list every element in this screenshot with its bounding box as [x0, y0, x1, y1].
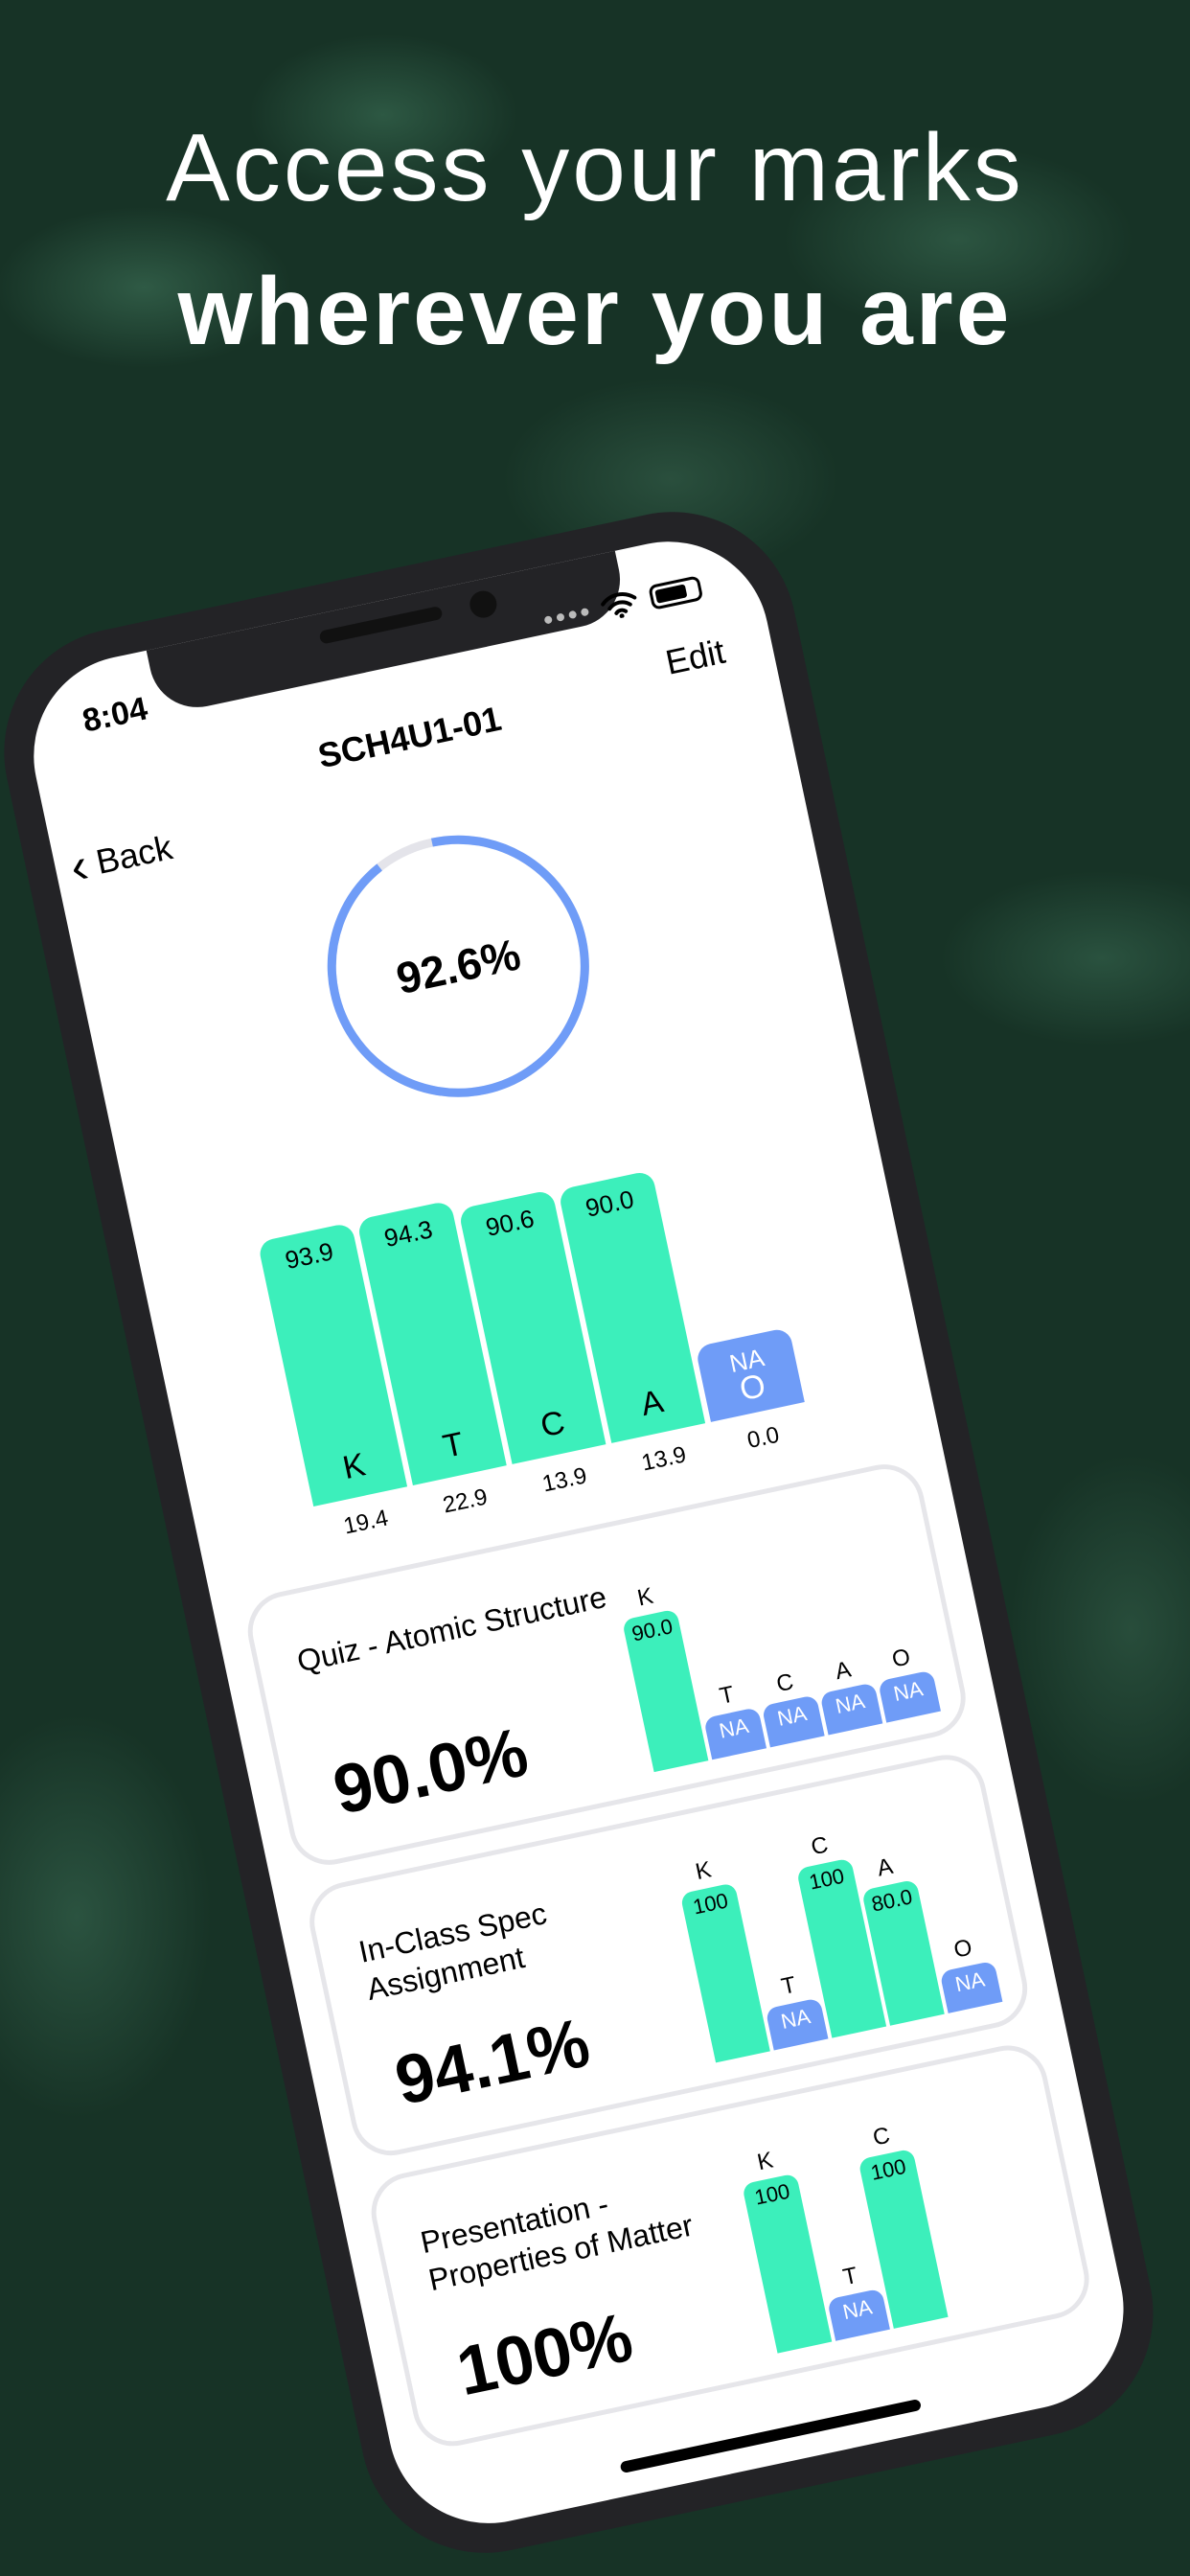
assessment-title: In-Class Spec Assignment	[355, 1896, 550, 2007]
status-time: 8:04	[79, 690, 151, 740]
mini-bar-category: K	[754, 2147, 776, 2176]
overall-percent: 92.6%	[392, 929, 525, 1004]
assessment-mini-chart: 90.0 K NA T NA C NA A NA O	[610, 1502, 954, 1773]
home-indicator	[619, 2398, 923, 2474]
back-label: Back	[92, 827, 176, 882]
back-button[interactable]: ‹ Back	[65, 827, 176, 896]
mini-bar-k: 100 K	[742, 2148, 833, 2354]
assessment-mini-chart: 100 K NA T 100 C 80.0 A NA O	[672, 1793, 1016, 2063]
mini-bar-category: C	[774, 1668, 796, 1698]
bar-category-label: C	[537, 1404, 568, 1445]
mini-bar-a: NA A	[819, 1656, 883, 1736]
camera	[467, 587, 499, 621]
chevron-left-icon: ‹	[65, 838, 94, 896]
phone-frame: 8:04 Edit SCH4U1-01 ‹ Back 92.6% 93.9 K 19.…	[0, 489, 1177, 2576]
mini-bar-category: O	[889, 1644, 913, 1673]
mini-bar-category: K	[693, 1856, 714, 1886]
assessment-title: Quiz - Atomic Structure	[293, 1578, 610, 1679]
mini-bar-category: A	[874, 1852, 896, 1882]
mini-bar-t: NA T	[827, 2263, 890, 2341]
mini-bar-value: NA	[840, 2294, 875, 2325]
mini-bar-category: C	[809, 1831, 831, 1861]
phone-screen: 8:04 Edit SCH4U1-01 ‹ Back 92.6% 93.9 K 19.…	[14, 522, 1143, 2542]
mini-bar-t: NA T	[703, 1681, 767, 1760]
battery-icon	[648, 575, 704, 610]
bar-weight-label: 19.4	[341, 1505, 391, 1540]
mini-bar-value: 100	[807, 1863, 847, 1895]
mini-bar-category: K	[634, 1582, 656, 1612]
mini-bar-o: NA O	[939, 1935, 1003, 2013]
assessment-score: 94.1%	[388, 2004, 597, 2121]
bar-weight-label: 0.0	[744, 1421, 782, 1455]
mini-bar-value: NA	[952, 1966, 987, 1997]
bar-weight-label: 13.9	[639, 1441, 689, 1477]
mini-bar-category: T	[717, 1681, 737, 1710]
assessment-score: 100%	[450, 2298, 640, 2411]
bar-weight-label: 22.9	[440, 1484, 491, 1519]
assessment-mini-chart: 100 K NA T 100 C	[734, 2083, 1078, 2354]
chart-bar-o: NA O 0.0	[695, 1326, 805, 1454]
mini-bar-category: T	[779, 1971, 799, 2001]
headline-line-2: wherever you are	[177, 258, 1013, 365]
mini-bar-value: 80.0	[869, 1884, 915, 1917]
bar-value-label: 94.3	[381, 1214, 436, 1254]
mini-bar-category: A	[833, 1656, 854, 1686]
mini-bar-value: NA	[891, 1676, 926, 1707]
bar-category-label: K	[339, 1446, 369, 1487]
bar-value-label: 90.0	[583, 1184, 637, 1223]
bar-value-label: 90.6	[483, 1204, 538, 1243]
bar-category-label: A	[637, 1383, 667, 1424]
mini-bar-category: O	[951, 1934, 974, 1964]
bar-weight-label: 13.9	[539, 1462, 589, 1498]
mini-bar-value: NA	[778, 2004, 812, 2034]
signal-icon	[543, 607, 590, 625]
headline-line-1: Access your marks	[166, 114, 1024, 221]
mini-bar-value: 100	[868, 2153, 908, 2185]
bar-category-label: T	[440, 1425, 468, 1465]
mini-bar-category: T	[840, 2262, 860, 2291]
mini-bar-value: 90.0	[629, 1614, 675, 1646]
category-bar-chart: 93.9 K 19.4 94.3 T 22.9 90.6 C 13.9 90.0 A 13.9 NA O 0…	[243, 1072, 820, 1552]
mini-bar-category: C	[870, 2122, 893, 2151]
mini-bar-value: 100	[752, 2178, 792, 2210]
mini-bar-value: NA	[717, 1713, 751, 1743]
mini-bar-value: 100	[690, 1888, 731, 1920]
mini-bar-value: NA	[833, 1689, 867, 1718]
mini-bar-t: NA T	[765, 1972, 829, 2051]
assessment-score: 90.0%	[327, 1714, 535, 1829]
bar-value-label: 93.9	[282, 1236, 336, 1276]
mini-bar-k: 90.0 K	[621, 1583, 709, 1773]
assessment-title: Presentation - Properties of Matter	[417, 2186, 697, 2298]
mini-bar-k: 100 K	[679, 1856, 770, 2063]
mini-bar-o: NA O	[878, 1644, 941, 1723]
mini-bar-c: NA C	[761, 1668, 825, 1748]
mini-bar-value: NA	[775, 1701, 810, 1731]
speaker	[318, 605, 444, 645]
